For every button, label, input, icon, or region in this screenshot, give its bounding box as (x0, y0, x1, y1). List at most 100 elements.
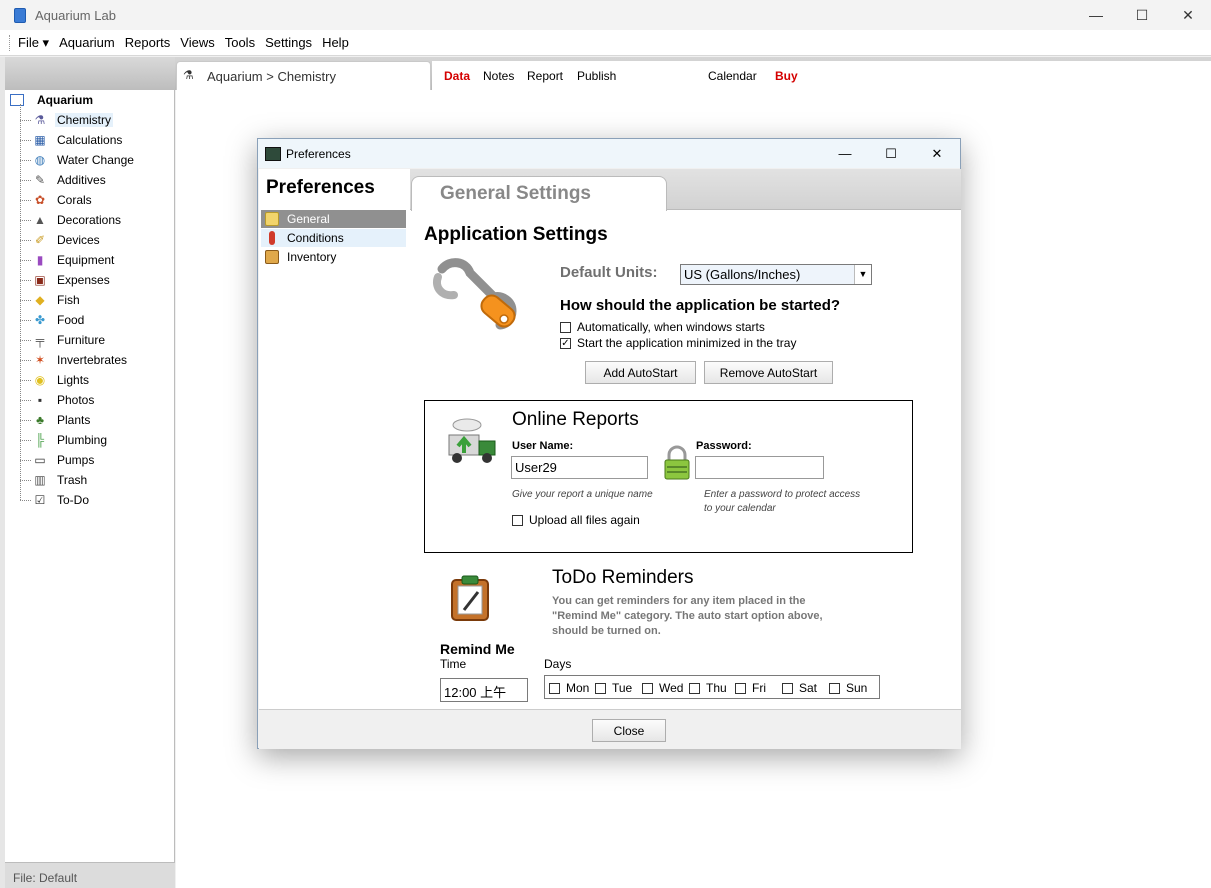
tree-item-label: Photos (57, 393, 95, 407)
menu-help[interactable]: Help (322, 35, 349, 50)
day-monday-checkbox[interactable] (549, 682, 560, 694)
day-saturday[interactable]: Sat (782, 681, 817, 695)
day-wednesday-checkbox[interactable] (642, 682, 653, 694)
tree-item-label: Plants (57, 413, 91, 427)
dialog-close-button[interactable]: ✕ (914, 139, 960, 168)
tree-item-plants[interactable]: ♣ Plants (20, 410, 90, 430)
pref-nav-inventory-label: Inventory (287, 250, 337, 264)
auto-start-option[interactable]: Automatically, when windows starts (560, 320, 765, 334)
user-name-input[interactable]: User29 (511, 456, 648, 479)
day-tuesday-label: Tue (612, 681, 633, 695)
tree-item-trash[interactable]: ▥ Trash (20, 470, 87, 490)
tree-item-expenses[interactable]: ▣ Expenses (20, 270, 110, 290)
nav-data[interactable]: Data (444, 69, 470, 83)
day-wednesday[interactable]: Wed (642, 681, 683, 695)
menu-aquarium[interactable]: Aquarium (59, 35, 115, 50)
pref-nav-conditions[interactable]: Conditions (261, 229, 406, 247)
upload-all-option[interactable]: Upload all files again (512, 513, 640, 527)
nav-publish[interactable]: Publish (577, 69, 616, 83)
day-friday-label: Fri (752, 681, 766, 695)
tree-root-aquarium[interactable]: Aquarium (10, 93, 93, 107)
menu-tools[interactable]: Tools (225, 35, 255, 50)
remove-autostart-button[interactable]: Remove AutoStart (704, 361, 833, 384)
nav-calendar[interactable]: Calendar (708, 69, 757, 83)
dialog-minimize-button[interactable]: — (822, 139, 868, 168)
tree-item-decorations[interactable]: ▲ Decorations (20, 210, 121, 230)
title-bar: Aquarium Lab — ☐ ✕ (0, 0, 1211, 30)
day-tuesday[interactable]: Tue (595, 681, 632, 695)
tree-connector (20, 319, 31, 321)
tree-item-to-do[interactable]: ☑ To-Do (20, 490, 89, 510)
nav-buy[interactable]: Buy (775, 69, 798, 83)
tree-item-furniture[interactable]: ╤ Furniture (20, 330, 105, 350)
tree-header-bar (5, 57, 175, 90)
tree-item-chemistry[interactable]: ⚗ Chemistry (20, 110, 114, 130)
day-thursday[interactable]: Thu (689, 681, 727, 695)
default-units-select[interactable]: US (Gallons/Inches) ▼ (680, 264, 872, 285)
pref-nav-general[interactable]: General (261, 210, 406, 228)
thermometer-icon (269, 231, 275, 245)
maximize-button[interactable]: ☐ (1119, 0, 1165, 30)
dialog-maximize-button[interactable]: ☐ (868, 139, 914, 168)
close-window-button[interactable]: ✕ (1165, 0, 1211, 30)
minimize-button[interactable]: — (1073, 0, 1119, 30)
day-sunday[interactable]: Sun (829, 681, 867, 695)
start-minimized-checkbox[interactable]: ✓ (560, 337, 571, 349)
day-monday[interactable]: Mon (549, 681, 589, 695)
tree-item-additives[interactable]: ✎ Additives (20, 170, 106, 190)
tab-general-settings[interactable]: General Settings (411, 176, 667, 211)
tree-connector (20, 479, 31, 481)
nav-report[interactable]: Report (527, 69, 563, 83)
menu-views[interactable]: Views (180, 35, 214, 50)
tree-connector (20, 279, 31, 281)
user-name-hint: Give your report a unique name (512, 489, 653, 500)
tree-item-invertebrates[interactable]: ✶ Invertebrates (20, 350, 127, 370)
tree-item-lights[interactable]: ◉ Lights (20, 370, 89, 390)
startup-question: How should the application be started? (560, 297, 841, 314)
tree-connector (20, 299, 31, 301)
tree-item-fish[interactable]: ◆ Fish (20, 290, 80, 310)
menu-reports[interactable]: Reports (125, 35, 171, 50)
password-input[interactable] (695, 456, 824, 479)
auto-start-checkbox[interactable] (560, 321, 571, 333)
day-saturday-checkbox[interactable] (782, 682, 793, 694)
breadcrumb-text: Aquarium > Chemistry (207, 68, 336, 84)
tree-item-calculations[interactable]: ▦ Calculations (20, 130, 122, 150)
dialog-button-bar: Close (259, 709, 961, 749)
dialog-controls: — ☐ ✕ (822, 139, 960, 168)
tree-connector (20, 179, 31, 181)
menu-file[interactable]: File ▾ (18, 35, 49, 51)
day-friday-checkbox[interactable] (735, 682, 746, 694)
auto-start-label: Automatically, when windows starts (577, 320, 765, 334)
day-tuesday-checkbox[interactable] (595, 682, 606, 694)
day-thursday-checkbox[interactable] (689, 682, 700, 694)
tree-item-water-change[interactable]: ◍ Water Change (20, 150, 134, 170)
tree-item-label: Food (57, 313, 85, 327)
close-button[interactable]: Close (592, 719, 666, 742)
time-picker[interactable]: 12:00 上午 (440, 678, 528, 702)
upload-all-checkbox[interactable] (512, 514, 523, 526)
tree-item-photos[interactable]: ▪ Photos (20, 390, 94, 410)
upload-truck-icon (448, 418, 496, 463)
day-friday[interactable]: Fri (735, 681, 766, 695)
preferences-dialog: Preferences — ☐ ✕ Preferences General Co… (257, 138, 961, 749)
menu-settings[interactable]: Settings (265, 35, 312, 50)
tree-connector (20, 499, 31, 501)
tree-connector (20, 159, 31, 161)
tree-item-devices[interactable]: ✐ Devices (20, 230, 100, 250)
add-autostart-button[interactable]: Add AutoStart (585, 361, 696, 384)
pref-nav-inventory[interactable]: Inventory (261, 248, 406, 266)
tree-item-label: Plumbing (57, 433, 108, 447)
tree-item-label: Trash (57, 473, 88, 487)
day-wednesday-label: Wed (659, 681, 684, 695)
tree-item-pumps[interactable]: ▭ Pumps (20, 450, 94, 470)
tree-item-corals[interactable]: ✿ Corals (20, 190, 92, 210)
nav-notes[interactable]: Notes (483, 69, 514, 83)
tree-item-equipment[interactable]: ▮ Equipment (20, 250, 114, 270)
start-minimized-option[interactable]: ✓ Start the application minimized in the… (560, 336, 796, 350)
inventory-icon (265, 250, 279, 264)
tree-item-food[interactable]: ✤ Food (20, 310, 84, 330)
day-sunday-checkbox[interactable] (829, 682, 840, 694)
tree-item-label: Additives (57, 173, 106, 187)
tree-item-plumbing[interactable]: ╠ Plumbing (20, 430, 107, 450)
